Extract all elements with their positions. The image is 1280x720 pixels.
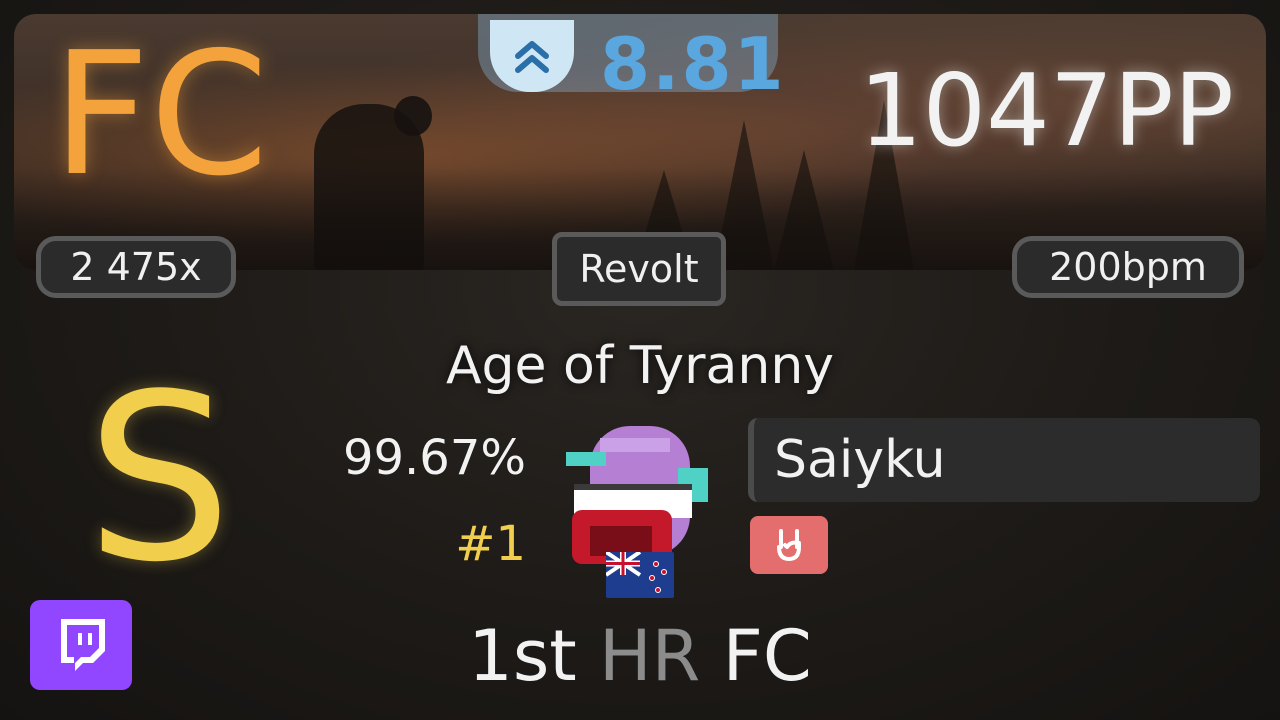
footer-place: 1st bbox=[468, 615, 577, 697]
accuracy: 99.67% bbox=[342, 430, 526, 486]
combo-chip: 2 475x bbox=[36, 236, 236, 298]
footer-result-label: FC bbox=[722, 615, 812, 697]
mapper-chip: Revolt bbox=[552, 232, 726, 306]
new-zealand-flag-icon bbox=[604, 550, 674, 598]
chevrons-up-icon bbox=[490, 20, 574, 92]
rock-hand-icon bbox=[750, 516, 828, 574]
footer-result: 1st HR FC bbox=[0, 616, 1280, 696]
player-name: Saiyku bbox=[774, 430, 946, 490]
placement: #1 bbox=[455, 516, 526, 572]
rank-letter: S bbox=[86, 346, 232, 613]
fc-grade: FC bbox=[52, 16, 269, 214]
bpm-chip: 200bpm bbox=[1012, 236, 1244, 298]
twitch-icon[interactable] bbox=[30, 600, 132, 690]
pp-value: 1047PP bbox=[858, 52, 1234, 169]
star-rating: 8.81 bbox=[600, 22, 786, 106]
footer-mods: HR bbox=[599, 615, 701, 697]
